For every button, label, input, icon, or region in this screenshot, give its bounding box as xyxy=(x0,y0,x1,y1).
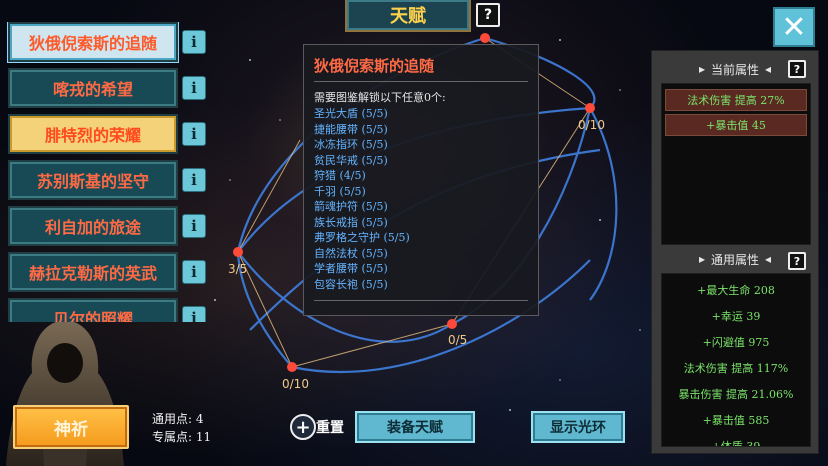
talent-tooltip: 狄俄倪索斯的追随 需要图鉴解锁以下任意0个: 圣光大盾 (5/5) 捷能腰带 (… xyxy=(303,44,539,316)
talent-node xyxy=(585,103,595,113)
close-icon: ✕ xyxy=(781,9,807,45)
general-attr-row: +暴击值 585 xyxy=(702,414,770,427)
arrow-right-icon: ◂ xyxy=(765,62,772,76)
tooltip-item: 族长戒指 (5/5) xyxy=(314,216,388,229)
talent-button[interactable]: 赫拉克勒斯的英武 xyxy=(8,252,178,292)
general-attr-row: +体质 39 xyxy=(711,440,761,447)
close-button[interactable]: ✕ xyxy=(773,7,815,47)
talent-node xyxy=(480,33,490,43)
talent-button[interactable]: 喀戎的希望 xyxy=(8,68,178,108)
talent-list: 狄俄倪索斯的追随 i 喀戎的希望 i 腓特烈的荣耀 i 苏别斯基的坚守 i 利自… xyxy=(6,22,206,322)
node-progress-label: 0/10 xyxy=(282,377,309,391)
current-attr-row: 法术伤害 提高 27% xyxy=(665,89,807,111)
current-attrs-title: 当前属性 xyxy=(710,62,759,77)
pray-button[interactable]: 神祈 xyxy=(13,405,129,449)
talent-row: 赫拉克勒斯的英武 i xyxy=(6,252,206,292)
talent-row: 喀戎的希望 i xyxy=(6,68,206,108)
info-icon[interactable]: i xyxy=(182,306,206,322)
tooltip-item: 千羽 (5/5) xyxy=(314,185,366,198)
talent-row: 腓特烈的荣耀 i xyxy=(6,114,206,154)
tooltip-item: 弗罗格之守护 (5/5) xyxy=(314,231,410,244)
talent-button[interactable]: 贝尔的照耀 xyxy=(8,298,178,322)
tooltip-item: 自然法杖 (5/5) xyxy=(314,247,388,260)
special-points: 专属点: 11 xyxy=(152,430,212,444)
tooltip-item: 狩猎 (4/5) xyxy=(314,169,366,182)
equip-talent-button[interactable]: 装备天赋 xyxy=(355,411,475,443)
talent-button-selected[interactable]: 狄俄倪索斯的追随 xyxy=(8,22,178,62)
info-icon[interactable]: i xyxy=(182,76,206,100)
reset-label: 重置 xyxy=(316,420,344,436)
talent-row: 利自加的旅途 i xyxy=(6,206,206,246)
general-attrs-title: 通用属性 xyxy=(710,252,759,267)
tooltip-item: 冰冻指环 (5/5) xyxy=(314,138,388,151)
talent-button[interactable]: 腓特烈的荣耀 xyxy=(8,114,178,154)
help-icon[interactable]: ? xyxy=(476,3,500,27)
node-progress-label: 0/5 xyxy=(448,333,468,347)
info-icon[interactable]: i xyxy=(182,122,206,146)
tooltip-item: 学者腰带 (5/5) xyxy=(314,262,388,275)
arrow-left-icon: ▸ xyxy=(698,62,705,76)
tooltip-item: 捷能腰带 (5/5) xyxy=(314,123,388,136)
talent-button[interactable]: 利自加的旅途 xyxy=(8,206,178,246)
attribute-panel: ▸ 当前属性 ◂ ? 法术伤害 提高 27% +暴击值 45 ▸ 通用属性 ◂ … xyxy=(651,50,819,454)
general-attr-row: +幸运 39 xyxy=(711,310,761,323)
current-attrs-box: 法术伤害 提高 27% +暴击值 45 xyxy=(661,83,811,245)
help-icon[interactable]: ? xyxy=(788,252,806,270)
tooltip-divider xyxy=(314,300,528,301)
current-attr-row: +暴击值 45 xyxy=(665,114,807,136)
info-icon[interactable]: i xyxy=(182,168,206,192)
plus-icon: + xyxy=(290,414,316,440)
general-attr-row: 法术伤害 提高 117% xyxy=(683,362,789,375)
show-aura-button[interactable]: 显示光环 xyxy=(531,411,625,443)
tooltip-item: 包容长袍 (5/5) xyxy=(314,278,388,291)
help-icon[interactable]: ? xyxy=(788,60,806,78)
talent-row: 狄俄倪索斯的追随 i xyxy=(6,22,206,62)
arrow-right-icon: ◂ xyxy=(765,252,772,266)
talent-title-tab: 天赋 xyxy=(345,0,471,32)
general-points: 通用点: 4 xyxy=(152,412,204,426)
info-icon[interactable]: i xyxy=(182,214,206,238)
general-attrs-box: +最大生命 208 +幸运 39 +闪避值 975 法术伤害 提高 117% 暴… xyxy=(661,273,811,447)
talent-node xyxy=(287,362,297,372)
talent-button[interactable]: 苏别斯基的坚守 xyxy=(8,160,178,200)
talent-node xyxy=(233,247,243,257)
tooltip-divider xyxy=(314,81,528,82)
tooltip-requirement: 需要图鉴解锁以下任意0个: xyxy=(314,91,446,104)
talent-node xyxy=(447,319,457,329)
general-attr-row: +最大生命 208 xyxy=(697,284,775,297)
node-progress-label: 3/5 xyxy=(228,262,248,276)
tooltip-title: 狄俄倪索斯的追随 xyxy=(314,57,435,75)
general-attr-row: 暴击伤害 提高 21.06% xyxy=(678,388,794,401)
general-attr-row: +闪避值 975 xyxy=(702,336,770,349)
tooltip-item: 箭魂护符 (5/5) xyxy=(314,200,388,213)
arrow-left-icon: ▸ xyxy=(698,252,705,266)
talent-row: 贝尔的照耀 i xyxy=(6,298,206,322)
info-icon[interactable]: i xyxy=(182,30,206,54)
tooltip-item: 贫民华戒 (5/5) xyxy=(314,154,388,167)
talent-row: 苏别斯基的坚守 i xyxy=(6,160,206,200)
node-progress-label: 0/10 xyxy=(578,118,605,132)
info-icon[interactable]: i xyxy=(182,260,206,284)
reset-button[interactable]: + 重置 xyxy=(290,414,344,440)
tooltip-item: 圣光大盾 (5/5) xyxy=(314,107,388,120)
